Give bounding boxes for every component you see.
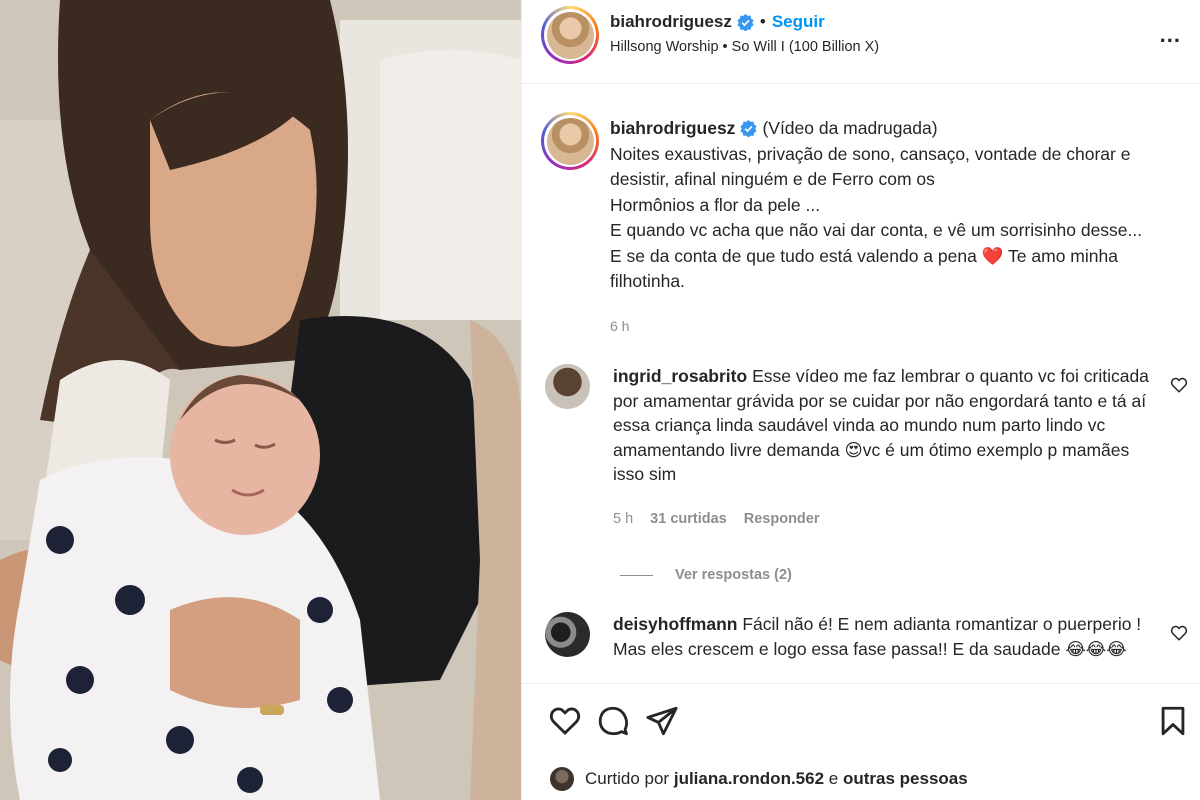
liked-by-others[interactable]: outras pessoas [843,769,968,789]
comment-like-icon[interactable] [1170,376,1188,394]
caption-line: Hormônios a flor da pele ... [610,194,821,215]
replies-divider [620,574,653,576]
commenter-avatar[interactable] [545,364,590,409]
post-header: biahrodriguesz • Seguir Hillsong Worship… [522,0,1200,84]
comment-like-icon[interactable] [1170,624,1188,642]
caption-line: Noites exaustivas, privação de sono, can… [610,143,1131,164]
comment-timestamp: 5 h [613,510,634,527]
liked-by-summary: Curtido por juliana.rondon.562 e outras … [548,765,968,793]
caption-line: filhotinha. [610,271,685,291]
view-replies-label: Ver respostas (2) [675,567,792,583]
caption-line: E se da conta de que tudo está valendo a… [610,245,977,266]
caption-line: desistir, afinal ninguém e de Ferro com … [610,169,935,189]
caption-line: E quando vc acha que não vai dar conta, … [610,220,1143,240]
view-replies-button[interactable]: Ver respostas (2) [620,567,1200,583]
save-bookmark-icon[interactable] [1156,704,1190,738]
author-avatar[interactable] [541,6,599,64]
comment-item: deisyhoffmann Fácil não é! E nem adianta… [522,612,1200,661]
post-panel: biahrodriguesz • Seguir Hillsong Worship… [521,0,1200,800]
post-caption: biahrodriguesz (Vídeo da madrugada) Noit… [522,85,1200,339]
liked-by-connector: e [828,769,839,788]
caption-line: Te amo minha [1008,245,1118,266]
follow-button[interactable]: Seguir [772,12,825,32]
post-timestamp: 6 h [610,317,630,334]
video-frame-illustration [0,0,521,800]
liker-avatar[interactable] [548,765,576,793]
audio-track-link[interactable]: Hillsong Worship • So Will I (100 Billio… [610,39,879,55]
comment-bubble-icon[interactable] [596,704,630,738]
comment-likes-count[interactable]: 31 curtidas [650,507,727,532]
header-separator: • [759,12,766,31]
post-video[interactable] [0,0,521,800]
like-heart-icon[interactable] [548,704,582,738]
verified-badge-icon [737,13,754,31]
share-paper-plane-icon[interactable] [645,704,679,738]
comment-item: ingrid_rosabrito Esse vídeo me faz lembr… [522,364,1200,531]
commenter-username[interactable]: deisyhoffmann [613,614,737,634]
comments-scroll-area[interactable]: biahrodriguesz (Vídeo da madrugada) Noit… [522,85,1200,682]
more-options-icon[interactable]: ... [1160,22,1181,48]
caption-username[interactable]: biahrodriguesz [610,116,735,142]
author-username[interactable]: biahrodriguesz [610,12,732,32]
caption-avatar[interactable] [541,112,599,170]
commenter-username[interactable]: ingrid_rosabrito [613,366,747,386]
liked-by-user[interactable]: juliana.rondon.562 [674,769,824,789]
heart-emoji: ❤️ [981,245,1004,266]
commenter-avatar[interactable] [545,612,590,657]
liked-by-prefix: Curtido por [585,769,670,788]
post-actions: Curtido por juliana.rondon.562 e outras … [522,683,1200,800]
verified-badge-icon [740,120,758,138]
caption-line: (Vídeo da madrugada) [762,118,938,138]
reply-button[interactable]: Responder [744,507,820,532]
